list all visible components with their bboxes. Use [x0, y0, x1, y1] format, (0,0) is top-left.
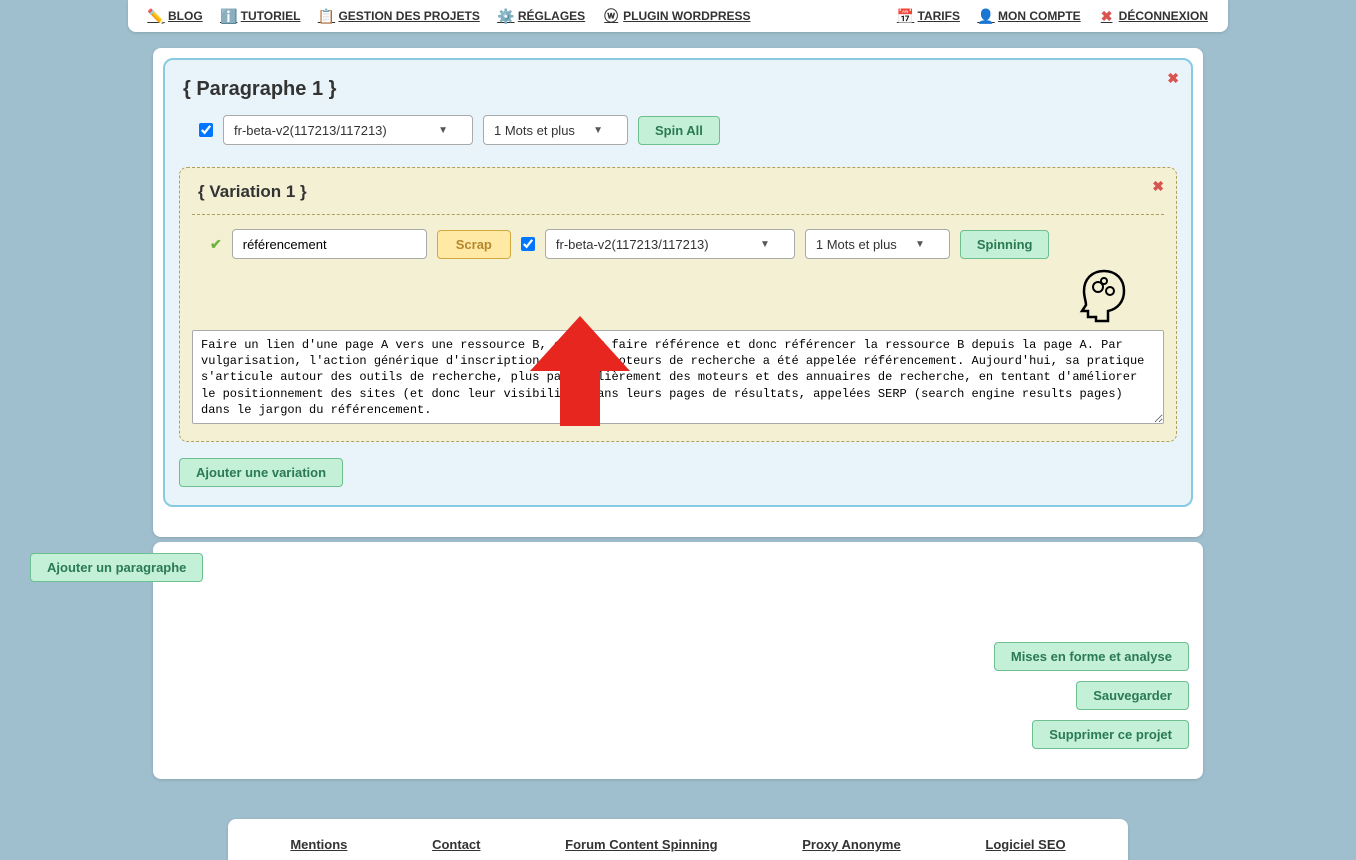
- clipboard-icon: 📋: [318, 8, 334, 24]
- nav-label: MON COMPTE: [998, 9, 1081, 23]
- scrap-button[interactable]: Scrap: [437, 230, 511, 259]
- footer: Mentions Contact Forum Content Spinning …: [228, 819, 1128, 860]
- nav-label: TUTORIEL: [241, 9, 301, 23]
- pencil-icon: ✏️: [148, 8, 164, 24]
- wordpress-icon: ⓦ: [603, 8, 619, 24]
- action-buttons: Mises en forme et analyse Sauvegarder Su…: [163, 642, 1193, 749]
- footer-contact[interactable]: Contact: [432, 837, 480, 852]
- paragraph-controls: fr-beta-v2(117213/117213) ▼ 1 Mots et plu…: [179, 111, 1177, 157]
- save-button[interactable]: Sauvegarder: [1076, 681, 1189, 710]
- nav-tarifs[interactable]: 📅 TARIFS: [898, 8, 960, 24]
- nav-deconnexion[interactable]: ✖ DÉCONNEXION: [1099, 8, 1208, 24]
- variation-textarea[interactable]: [192, 330, 1164, 424]
- nav-label: DÉCONNEXION: [1119, 9, 1208, 23]
- top-navigation: ✏️ BLOG ℹ️ TUTORIEL 📋 GESTION DES PROJETS ⚙…: [128, 0, 1228, 32]
- info-icon: ℹ️: [221, 8, 237, 24]
- paragraph-checkbox[interactable]: [199, 123, 213, 137]
- nav-label: PLUGIN WORDPRESS: [623, 9, 750, 23]
- close-variation-icon[interactable]: ✖: [1152, 178, 1164, 195]
- variation-controls: ✔ Scrap fr-beta-v2(117213/117213) ▼ 1 Mot…: [192, 229, 1164, 259]
- delete-project-button[interactable]: Supprimer ce projet: [1032, 720, 1189, 749]
- select-value: 1 Mots et plus: [816, 237, 897, 252]
- variation-title: { Variation 1 }: [192, 178, 1164, 215]
- paragraph-dict-select[interactable]: fr-beta-v2(117213/117213) ▼: [223, 115, 473, 145]
- nav-label: RÉGLAGES: [518, 9, 585, 23]
- keyword-input[interactable]: [232, 229, 427, 259]
- add-paragraph-button[interactable]: Ajouter un paragraphe: [30, 553, 203, 582]
- brain-icon: [1074, 267, 1134, 323]
- select-value: fr-beta-v2(117213/117213): [556, 237, 709, 252]
- check-icon: ✔: [210, 236, 222, 253]
- nav-tutoriel[interactable]: ℹ️ TUTORIEL: [221, 8, 301, 24]
- spin-all-button[interactable]: Spin All: [638, 116, 720, 145]
- nav-gestion-projets[interactable]: 📋 GESTION DES PROJETS: [318, 8, 479, 24]
- nav-label: GESTION DES PROJETS: [338, 9, 479, 23]
- nav-right: 📅 TARIFS 👤 MON COMPTE ✖ DÉCONNEXION: [898, 8, 1208, 24]
- footer-proxy[interactable]: Proxy Anonyme: [802, 837, 901, 852]
- chevron-down-icon: ▼: [593, 125, 603, 136]
- footer-forum[interactable]: Forum Content Spinning: [565, 837, 717, 852]
- nav-reglages[interactable]: ⚙️ RÉGLAGES: [498, 8, 585, 24]
- chevron-down-icon: ▼: [915, 239, 925, 250]
- variation-box: ✖ { Variation 1 } ✔ Scrap fr-beta-v2(117…: [179, 167, 1177, 442]
- variation-dict-select[interactable]: fr-beta-v2(117213/117213) ▼: [545, 229, 795, 259]
- nav-left: ✏️ BLOG ℹ️ TUTORIEL 📋 GESTION DES PROJETS ⚙…: [148, 8, 751, 24]
- nav-mon-compte[interactable]: 👤 MON COMPTE: [978, 8, 1081, 24]
- paragraph-box: ✖ { Paragraphe 1 } fr-beta-v2(117213/117…: [163, 58, 1193, 507]
- format-analyse-button[interactable]: Mises en forme et analyse: [994, 642, 1189, 671]
- nav-label: BLOG: [168, 9, 203, 23]
- calendar-icon: 📅: [898, 8, 914, 24]
- close-paragraph-icon[interactable]: ✖: [1167, 70, 1179, 87]
- nav-plugin-wordpress[interactable]: ⓦ PLUGIN WORDPRESS: [603, 8, 750, 24]
- paragraph-words-select[interactable]: 1 Mots et plus ▼: [483, 115, 628, 145]
- select-value: fr-beta-v2(117213/117213): [234, 123, 387, 138]
- variation-checkbox[interactable]: [521, 237, 535, 251]
- gear-icon: ⚙️: [498, 8, 514, 24]
- main-panel: ✖ { Paragraphe 1 } fr-beta-v2(117213/117…: [153, 48, 1203, 537]
- nav-blog[interactable]: ✏️ BLOG: [148, 8, 203, 24]
- chevron-down-icon: ▼: [438, 125, 448, 136]
- variation-words-select[interactable]: 1 Mots et plus ▼: [805, 229, 950, 259]
- nav-label: TARIFS: [918, 9, 960, 23]
- user-icon: 👤: [978, 8, 994, 24]
- select-value: 1 Mots et plus: [494, 123, 575, 138]
- spinning-button[interactable]: Spinning: [960, 230, 1050, 259]
- brain-icon-wrap: [192, 259, 1164, 330]
- close-icon: ✖: [1099, 8, 1115, 24]
- footer-seo[interactable]: Logiciel SEO: [985, 837, 1065, 852]
- chevron-down-icon: ▼: [760, 239, 770, 250]
- footer-mentions[interactable]: Mentions: [290, 837, 347, 852]
- add-variation-button[interactable]: Ajouter une variation: [179, 458, 343, 487]
- paragraph-title: { Paragraphe 1 }: [179, 72, 1177, 111]
